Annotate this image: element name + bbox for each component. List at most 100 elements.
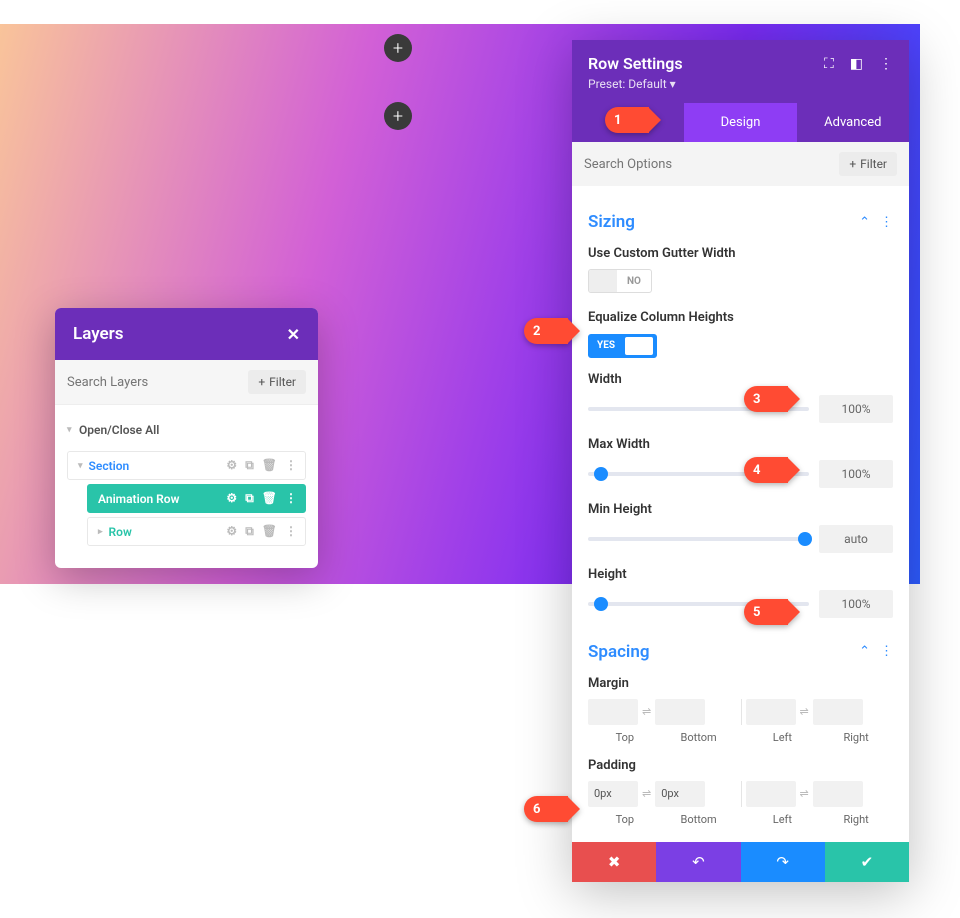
chevron-right-icon: ▸ <box>98 527 103 537</box>
callout-2: 2 <box>524 318 568 344</box>
margin-left-input[interactable] <box>746 699 796 725</box>
link-icon[interactable]: ⇌ <box>800 705 809 718</box>
layer-label: Section <box>89 459 227 473</box>
settings-search-input[interactable] <box>584 157 831 172</box>
callout-1: 1 <box>605 107 649 133</box>
padding-bottom-input[interactable] <box>655 781 705 807</box>
padding-inputs: ⇌ ⇌ <box>588 781 893 807</box>
sizing-section-head[interactable]: Sizing ⌃ ⋮ <box>588 212 893 232</box>
cancel-button[interactable]: ✖ <box>572 842 656 882</box>
more-icon[interactable]: ⋮ <box>879 56 893 72</box>
maxwidth-input[interactable] <box>819 460 893 488</box>
gear-icon[interactable]: ⚙ <box>226 524 237 539</box>
link-icon[interactable]: ⇌ <box>642 705 651 718</box>
duplicate-icon[interactable]: ⧉ <box>245 524 254 539</box>
duplicate-icon[interactable]: ⧉ <box>245 491 254 506</box>
layers-header: Layers ✕ <box>55 308 318 360</box>
more-icon[interactable]: ⋮ <box>285 491 297 506</box>
maxwidth-label: Max Width <box>588 437 893 452</box>
label-right: Right <box>819 813 893 826</box>
chevron-down-icon: ▾ <box>78 461 83 471</box>
layer-item-section[interactable]: ▾ Section ⚙ ⧉ 🗑 ⋮ <box>67 451 306 480</box>
sizing-heading: Sizing <box>588 212 635 232</box>
dock-icon[interactable]: ◧ <box>850 56 863 72</box>
layer-item-row[interactable]: ▸ Row ⚙ ⧉ 🗑 ⋮ <box>87 517 306 546</box>
layers-filter-button[interactable]: +Filter <box>248 370 306 394</box>
spacing-section-head[interactable]: Spacing ⌃ ⋮ <box>588 642 893 662</box>
layers-search-input[interactable] <box>67 375 240 390</box>
chevron-up-icon[interactable]: ⌃ <box>859 215 870 230</box>
preset-selector[interactable]: Preset: Default ▾ <box>588 77 893 91</box>
equalize-heights-toggle[interactable]: YES <box>588 334 657 358</box>
trash-icon[interactable]: 🗑 <box>262 458 277 473</box>
settings-body: Sizing ⌃ ⋮ Use Custom Gutter Width NO Eq… <box>572 186 909 842</box>
layer-label: Animation Row <box>98 492 226 506</box>
more-icon[interactable]: ⋮ <box>880 644 893 659</box>
trash-icon[interactable]: 🗑 <box>262 491 277 506</box>
toggle-knob <box>625 337 653 355</box>
layers-body: Open/Close All ▾ Section ⚙ ⧉ 🗑 ⋮ Animati… <box>55 405 318 568</box>
width-input[interactable] <box>819 395 893 423</box>
callout-5: 5 <box>744 599 788 625</box>
callout-6: 6 <box>524 796 568 822</box>
settings-bottom-bar: ✖ ↶ ↷ ✔ <box>572 842 909 882</box>
minheight-slider[interactable] <box>588 537 809 541</box>
callout-3: 3 <box>744 386 788 412</box>
label-top: Top <box>588 813 662 826</box>
settings-search-row: +Filter <box>572 142 909 186</box>
more-icon[interactable]: ⋮ <box>285 524 297 539</box>
toggle-knob <box>589 270 617 292</box>
expand-icon[interactable]: ⛶ <box>824 56 834 72</box>
label-left: Left <box>746 813 820 826</box>
height-label: Height <box>588 567 893 582</box>
duplicate-icon[interactable]: ⧉ <box>245 458 254 473</box>
open-close-all-toggle[interactable]: Open/Close All <box>67 415 306 447</box>
close-icon[interactable]: ✕ <box>287 325 300 344</box>
redo-button[interactable]: ↷ <box>741 842 825 882</box>
margin-label: Margin <box>588 676 893 691</box>
undo-button[interactable]: ↶ <box>656 842 740 882</box>
equalize-heights-label: Equalize Column Heights <box>588 310 893 325</box>
save-button[interactable]: ✔ <box>825 842 909 882</box>
tab-design[interactable]: Design <box>684 103 796 142</box>
layers-title: Layers <box>73 324 124 344</box>
settings-title: Row Settings <box>588 54 683 73</box>
trash-icon[interactable]: 🗑 <box>262 524 277 539</box>
add-row-button[interactable]: + <box>384 102 412 130</box>
label-right: Right <box>819 731 893 744</box>
more-icon[interactable]: ⋮ <box>880 215 893 230</box>
label-top: Top <box>588 731 662 744</box>
settings-header: Row Settings ⛶ ◧ ⋮ Preset: Default ▾ <box>572 40 909 103</box>
layer-label: Row <box>109 525 227 539</box>
padding-left-input[interactable] <box>746 781 796 807</box>
gear-icon[interactable]: ⚙ <box>226 458 237 473</box>
label-left: Left <box>746 731 820 744</box>
margin-top-input[interactable] <box>588 699 638 725</box>
padding-right-input[interactable] <box>813 781 863 807</box>
spacing-heading: Spacing <box>588 642 650 662</box>
row-settings-panel: Row Settings ⛶ ◧ ⋮ Preset: Default ▾ Con… <box>572 40 909 882</box>
link-icon[interactable]: ⇌ <box>800 787 809 800</box>
padding-label: Padding <box>588 758 893 773</box>
margin-right-input[interactable] <box>813 699 863 725</box>
callout-4: 4 <box>744 457 788 483</box>
settings-filter-button[interactable]: +Filter <box>839 152 897 176</box>
chevron-up-icon[interactable]: ⌃ <box>859 644 870 659</box>
add-section-button[interactable]: + <box>384 34 412 62</box>
more-icon[interactable]: ⋮ <box>285 458 297 473</box>
gutter-width-toggle[interactable]: NO <box>588 269 652 293</box>
minheight-input[interactable] <box>819 525 893 553</box>
label-bottom: Bottom <box>662 731 736 744</box>
margin-bottom-input[interactable] <box>655 699 705 725</box>
gutter-width-label: Use Custom Gutter Width <box>588 246 893 261</box>
layers-panel: Layers ✕ +Filter Open/Close All ▾ Sectio… <box>55 308 318 568</box>
link-icon[interactable]: ⇌ <box>642 787 651 800</box>
layers-search-row: +Filter <box>55 360 318 405</box>
width-label: Width <box>588 372 893 387</box>
padding-top-input[interactable] <box>588 781 638 807</box>
tab-advanced[interactable]: Advanced <box>797 103 909 142</box>
layer-item-animation-row[interactable]: Animation Row ⚙ ⧉ 🗑 ⋮ <box>87 484 306 513</box>
gear-icon[interactable]: ⚙ <box>226 491 237 506</box>
margin-inputs: ⇌ ⇌ <box>588 699 893 725</box>
height-input[interactable] <box>819 590 893 618</box>
